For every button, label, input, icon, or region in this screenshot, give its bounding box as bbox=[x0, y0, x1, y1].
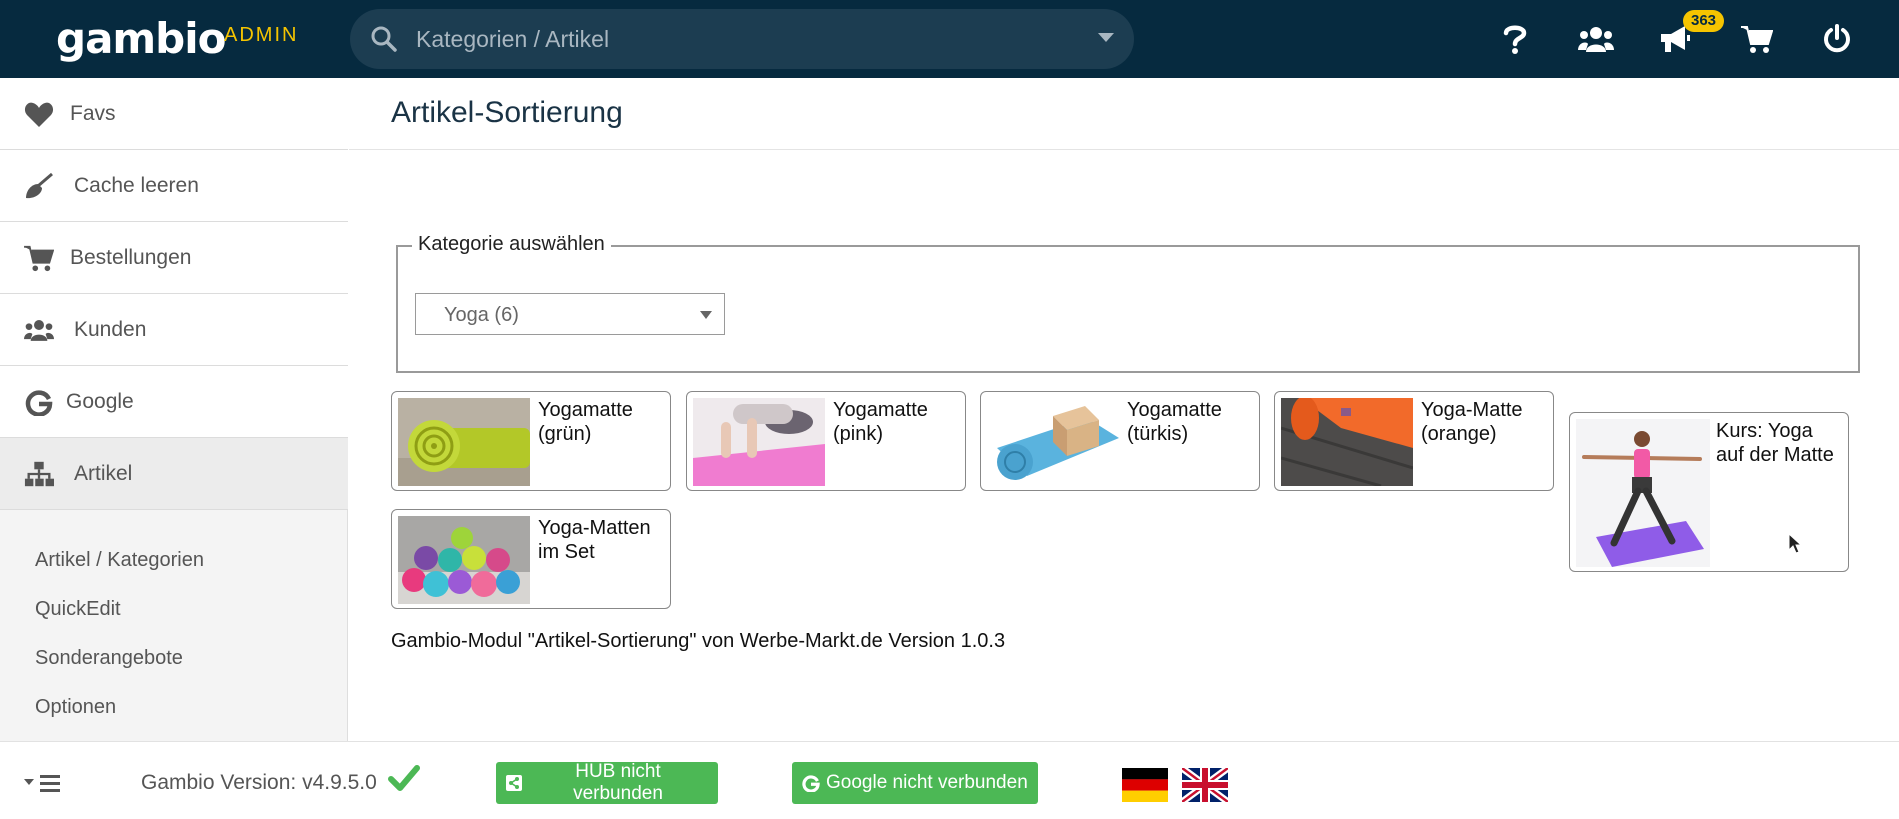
broom-icon bbox=[26, 172, 53, 199]
power-icon bbox=[1824, 24, 1850, 53]
product-name: Yogamatte (grün) bbox=[538, 399, 633, 445]
product-card[interactable]: Yogamatte (pink) bbox=[686, 391, 966, 491]
cart-icon bbox=[24, 245, 54, 272]
users-icon bbox=[24, 320, 54, 341]
share-icon bbox=[506, 775, 522, 791]
sidebar-item-label: Favs bbox=[70, 102, 116, 125]
product-card[interactable]: Yoga-Matte (orange) bbox=[1274, 391, 1554, 491]
flag-uk-icon[interactable] bbox=[1182, 768, 1228, 802]
product-image-orange-mat bbox=[1281, 398, 1413, 486]
sidebar-item-label: Cache leeren bbox=[74, 174, 199, 197]
menu-toggle-icon[interactable] bbox=[22, 772, 66, 794]
sidebar-item-google[interactable]: Google bbox=[0, 366, 348, 438]
sidebar-item-cache[interactable]: Cache leeren bbox=[0, 150, 348, 222]
product-card[interactable]: Yoga-Matten im Set bbox=[391, 509, 671, 609]
flag-de-icon[interactable] bbox=[1122, 768, 1168, 802]
heart-icon bbox=[24, 102, 54, 127]
help-button[interactable] bbox=[1494, 18, 1536, 60]
sidebar-item-label: Google bbox=[66, 390, 134, 413]
subnav-sonderangebote[interactable]: Sonderangebote bbox=[35, 647, 183, 670]
logout-button[interactable] bbox=[1816, 18, 1858, 60]
users-button[interactable] bbox=[1575, 18, 1617, 60]
admin-label: ADMIN bbox=[224, 24, 299, 46]
chevron-down-icon bbox=[700, 311, 712, 319]
product-image-green-mat bbox=[398, 398, 530, 486]
google-connect-button[interactable]: Google nicht verbunden bbox=[792, 762, 1038, 804]
chevron-down-icon[interactable] bbox=[1098, 33, 1114, 42]
subnav-optionen[interactable]: Optionen bbox=[35, 696, 116, 719]
notification-badge: 363 bbox=[1683, 10, 1725, 32]
sidebar-item-bestellungen[interactable]: Bestellungen bbox=[0, 222, 348, 294]
product-image-mat-set bbox=[398, 516, 530, 604]
product-image-pink-mat bbox=[693, 398, 825, 486]
help-icon bbox=[1503, 25, 1527, 54]
cart-icon bbox=[1741, 26, 1773, 53]
sidebar-item-artikel[interactable]: Artikel bbox=[0, 438, 348, 510]
search-input[interactable] bbox=[416, 19, 1056, 59]
product-card-dragging[interactable]: Kurs: Yoga auf der Matte bbox=[1569, 412, 1849, 572]
product-card[interactable]: Yogamatte (grün) bbox=[391, 391, 671, 491]
hub-connect-label: HUB nicht verbunden bbox=[573, 761, 663, 804]
sidebar-item-label: Artikel bbox=[74, 462, 133, 485]
product-image-turquoise-mat bbox=[987, 398, 1119, 486]
subnav-artikel-kategorien[interactable]: Artikel / Kategorien bbox=[35, 549, 204, 572]
product-name: Yogamatte (pink) bbox=[833, 399, 928, 445]
product-image-yoga-course bbox=[1576, 419, 1710, 567]
cart-button[interactable] bbox=[1736, 18, 1778, 60]
sidebar: Favs Cache leeren Bestellungen Kunden Go… bbox=[0, 78, 348, 741]
gambio-logo[interactable]: gambio bbox=[56, 14, 226, 63]
search-bar[interactable] bbox=[350, 9, 1134, 69]
product-card[interactable]: Yogamatte (türkis) bbox=[980, 391, 1260, 491]
product-name: Yoga-Matte (orange) bbox=[1421, 399, 1523, 445]
users-icon bbox=[1578, 27, 1614, 52]
module-info-text: Gambio-Modul "Artikel-Sortierung" von We… bbox=[391, 630, 1006, 652]
product-name: Kurs: Yoga auf der Matte bbox=[1716, 420, 1834, 466]
category-select-value: Yoga (6) bbox=[444, 304, 519, 326]
title-divider bbox=[349, 149, 1899, 150]
product-name: Yogamatte (türkis) bbox=[1127, 399, 1222, 445]
sitemap-icon bbox=[24, 461, 54, 487]
product-name: Yoga-Matten im Set bbox=[538, 517, 651, 563]
sidebar-item-label: Kunden bbox=[74, 318, 147, 341]
sidebar-item-favs[interactable]: Favs bbox=[0, 78, 348, 150]
check-icon bbox=[388, 765, 420, 791]
version-text: Gambio Version: v4.9.5.0 bbox=[141, 771, 377, 794]
hub-connect-button[interactable]: HUB nicht verbunden bbox=[496, 761, 718, 804]
footer: Gambio Version: v4.9.5.0 HUB nicht verbu… bbox=[0, 741, 1899, 819]
page-title: Artikel-Sortierung bbox=[391, 96, 623, 129]
search-icon bbox=[371, 26, 397, 52]
category-select[interactable]: Yoga (6) bbox=[415, 293, 725, 335]
google-icon bbox=[802, 774, 820, 792]
subnav-quickedit[interactable]: QuickEdit bbox=[35, 598, 121, 621]
sidebar-item-label: Bestellungen bbox=[70, 246, 192, 269]
top-bar: gambio ADMIN 363 bbox=[0, 0, 1899, 78]
mouse-cursor-icon bbox=[1788, 533, 1802, 554]
google-icon bbox=[25, 390, 53, 416]
category-legend: Kategorie auswählen bbox=[412, 233, 611, 256]
sidebar-item-kunden[interactable]: Kunden bbox=[0, 294, 348, 366]
google-connect-label: Google nicht verbunden bbox=[826, 772, 1028, 793]
